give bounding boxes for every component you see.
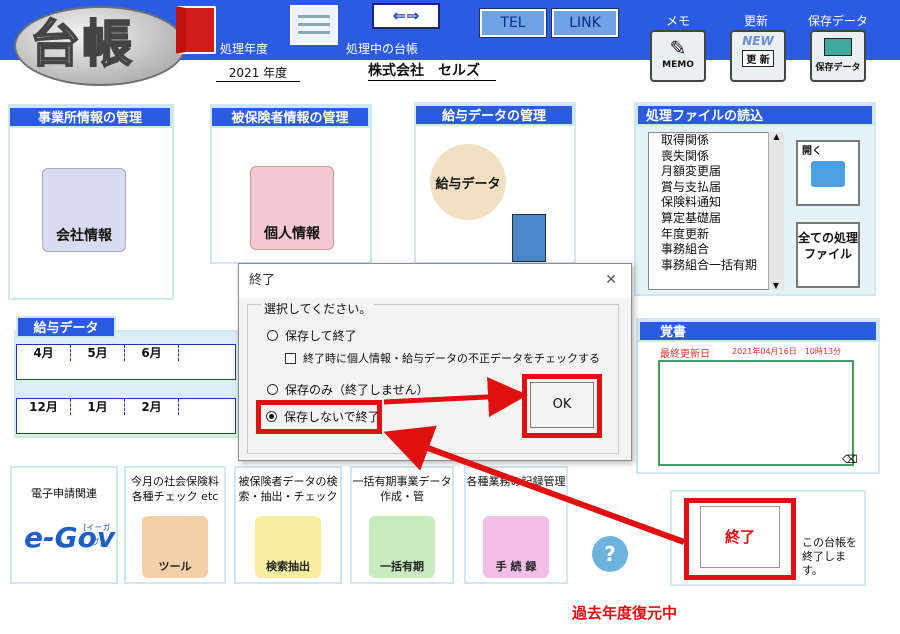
arrow-to-ok [383, 376, 528, 417]
annotation-arrows [383, 376, 686, 545]
arrow-from-exit [383, 425, 686, 545]
